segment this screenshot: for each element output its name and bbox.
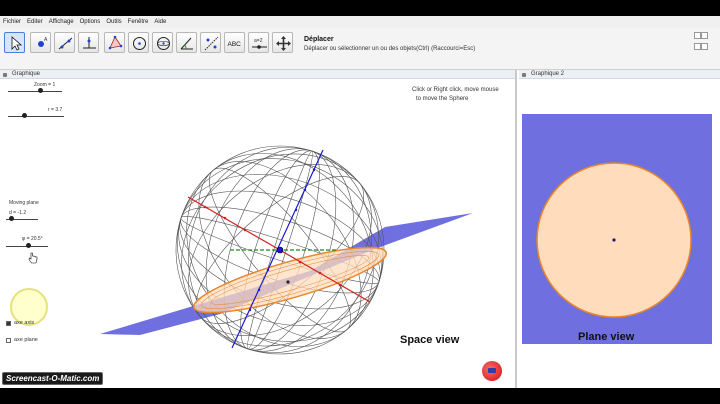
help-icon[interactable] — [701, 43, 708, 50]
undo-icon[interactable] — [694, 32, 701, 39]
menu-item-view[interactable]: Affichage — [49, 19, 74, 25]
screencast-watermark: Screencast-O-Matic.com — [2, 372, 104, 385]
svg-text:ABC: ABC — [228, 41, 242, 48]
sphere-icon — [157, 37, 170, 50]
intersection-disk — [192, 246, 388, 314]
svg-text:A: A — [44, 37, 48, 43]
perpendicular-icon — [83, 37, 96, 49]
active-tool-description: Déplacer ou sélectionner un ou des objet… — [304, 46, 476, 52]
circle-tool-button[interactable] — [128, 32, 149, 53]
circle-center-point[interactable] — [612, 238, 616, 242]
angle-icon — [180, 37, 193, 50]
perpendicular-tool-button[interactable] — [78, 32, 99, 53]
polygon-tool-button[interactable] — [104, 32, 125, 53]
polygon-icon — [108, 35, 123, 50]
sphere-tool-button[interactable] — [152, 32, 173, 53]
line-tool-button[interactable] — [54, 32, 75, 53]
move-view-tool-button[interactable] — [272, 32, 293, 53]
text-icon: ABC — [228, 41, 242, 48]
plane-view-title: Plane view — [578, 331, 635, 343]
toolbar: A ABC a=2 Déplacer Déplacer ou sélection… — [0, 28, 720, 70]
window-controls — [694, 32, 714, 54]
menu-item-file[interactable]: Fichier — [3, 19, 21, 25]
screencast-record-icon — [482, 361, 502, 381]
cursor-arrow-icon — [11, 36, 23, 51]
settings-icon[interactable] — [694, 43, 701, 50]
angle-tool-button[interactable] — [176, 32, 197, 53]
menu-item-tools[interactable]: Outils — [106, 19, 121, 25]
text-tool-button[interactable]: ABC — [224, 32, 245, 53]
sphere-center-point[interactable] — [276, 246, 284, 254]
space-view-title: Space view — [400, 334, 460, 346]
slider-icon: a=2 — [252, 38, 267, 49]
menu-item-options[interactable]: Options — [80, 19, 101, 25]
reflect-tool-button[interactable] — [200, 32, 221, 53]
menu-item-edit[interactable]: Editer — [27, 19, 43, 25]
move-tool-button[interactable] — [4, 32, 25, 53]
svg-text:a=2: a=2 — [254, 38, 263, 44]
point-tool-button[interactable]: A — [30, 32, 51, 53]
redo-icon[interactable] — [701, 32, 708, 39]
reflect-icon — [204, 36, 219, 51]
menu-item-window[interactable]: Fenêtre — [128, 19, 149, 25]
menu-bar: Fichier Editer Affichage Options Outils … — [0, 16, 720, 28]
geogebra-window: Fichier Editer Affichage Options Outils … — [0, 16, 720, 388]
move-arrows-icon — [276, 36, 291, 51]
line-icon — [58, 37, 73, 50]
slider-tool-button[interactable]: a=2 — [248, 32, 269, 53]
disk-center-point[interactable] — [286, 280, 290, 284]
circle-icon — [133, 37, 146, 50]
active-tool-title: Déplacer — [304, 36, 334, 43]
point-icon: A — [38, 37, 48, 47]
menu-item-help[interactable]: Aide — [154, 19, 166, 25]
